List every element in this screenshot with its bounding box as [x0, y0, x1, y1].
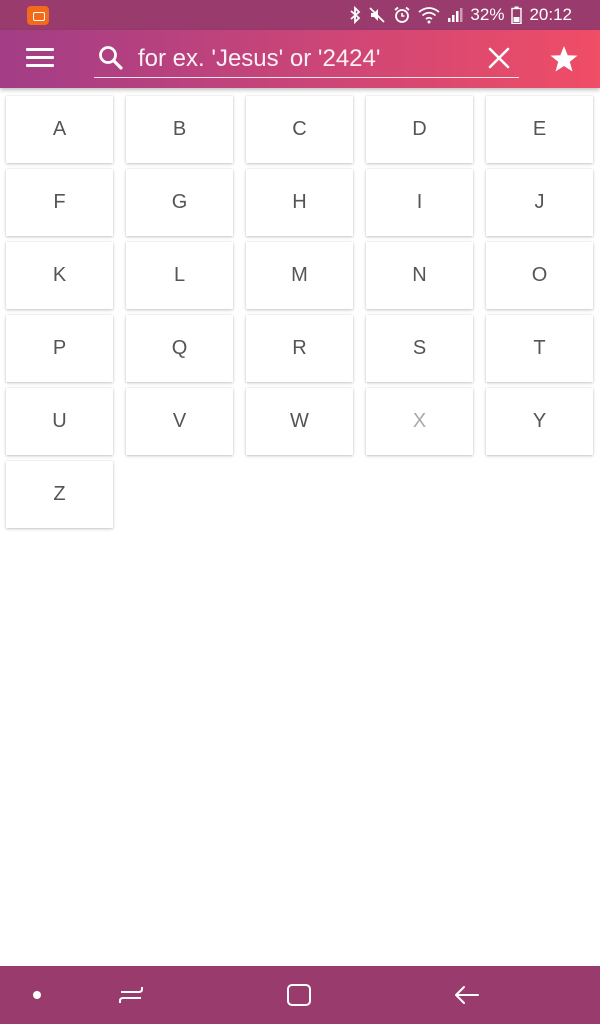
- letter-button-b[interactable]: B: [126, 96, 233, 163]
- letter-button-w[interactable]: W: [246, 388, 353, 455]
- letter-button-x[interactable]: X: [366, 388, 473, 455]
- search-icon: [99, 46, 123, 70]
- wifi-icon: [418, 7, 440, 24]
- home-icon[interactable]: [285, 966, 313, 1024]
- search-input[interactable]: [138, 42, 478, 76]
- search-field[interactable]: [94, 38, 519, 78]
- letter-button-r[interactable]: R: [246, 315, 353, 382]
- recent-apps-icon[interactable]: [117, 966, 145, 1024]
- letter-button-y[interactable]: Y: [486, 388, 593, 455]
- star-icon[interactable]: [549, 45, 579, 73]
- letter-button-c[interactable]: C: [246, 96, 353, 163]
- letter-button-m[interactable]: M: [246, 242, 353, 309]
- letter-button-o[interactable]: O: [486, 242, 593, 309]
- letter-button-g[interactable]: G: [126, 169, 233, 236]
- close-icon[interactable]: [487, 46, 511, 70]
- hamburger-menu-icon[interactable]: [26, 48, 54, 70]
- letter-grid: ABCDE FGHIJ KLMNO PQRST UVWXY Z: [6, 96, 594, 528]
- letter-button-d[interactable]: D: [366, 96, 473, 163]
- letter-button-f[interactable]: F: [6, 169, 113, 236]
- clock: 20:12: [529, 5, 572, 24]
- notification-app-icon: [27, 5, 49, 25]
- signal-icon: [448, 8, 463, 22]
- app-bar: [0, 30, 600, 88]
- letter-button-k[interactable]: K: [6, 242, 113, 309]
- mute-icon: [369, 7, 386, 23]
- letter-button-n[interactable]: N: [366, 242, 473, 309]
- battery-percentage: 32%: [470, 5, 505, 24]
- letter-button-z[interactable]: Z: [6, 461, 113, 528]
- letter-button-j[interactable]: J: [486, 169, 593, 236]
- status-icons: 32% 20:12: [349, 5, 572, 25]
- bluetooth-icon: [350, 6, 361, 24]
- letter-button-t[interactable]: T: [486, 315, 593, 382]
- letter-button-p[interactable]: P: [6, 315, 113, 382]
- navigation-bar: [0, 966, 600, 1024]
- back-icon[interactable]: [453, 966, 481, 1024]
- dot-icon[interactable]: [30, 966, 44, 1024]
- letter-button-v[interactable]: V: [126, 388, 233, 455]
- letter-button-a[interactable]: A: [6, 96, 113, 163]
- letter-button-l[interactable]: L: [126, 242, 233, 309]
- status-bar: 32% 20:12: [0, 0, 600, 30]
- letter-button-h[interactable]: H: [246, 169, 353, 236]
- letter-button-q[interactable]: Q: [126, 315, 233, 382]
- letter-button-u[interactable]: U: [6, 388, 113, 455]
- letter-button-i[interactable]: I: [366, 169, 473, 236]
- letter-button-e[interactable]: E: [486, 96, 593, 163]
- letter-button-s[interactable]: S: [366, 315, 473, 382]
- alarm-icon: [394, 6, 410, 23]
- battery-icon: [511, 6, 523, 24]
